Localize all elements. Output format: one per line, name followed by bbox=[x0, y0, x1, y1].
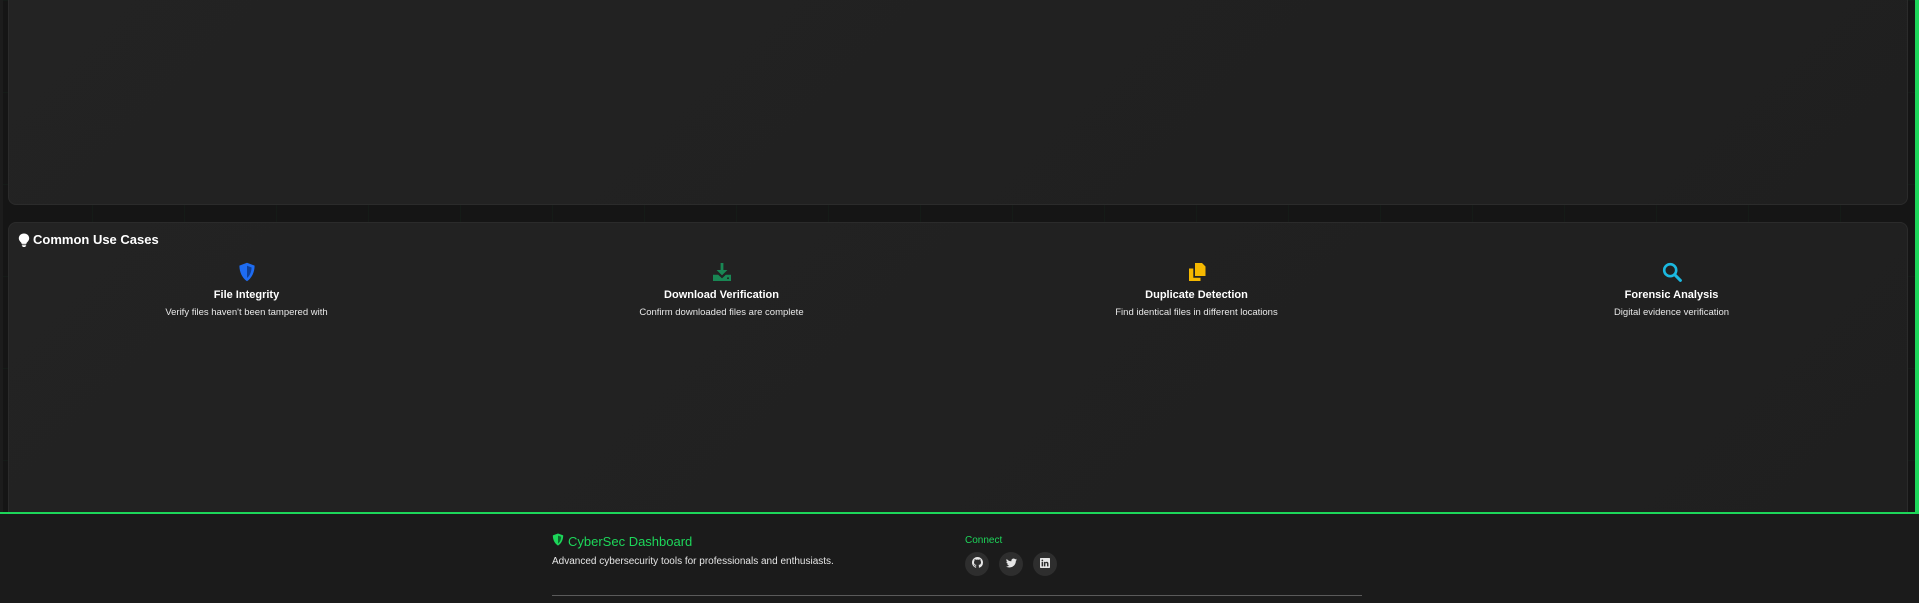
github-icon bbox=[971, 555, 983, 573]
shield-half-icon bbox=[236, 261, 258, 283]
use-case-description: Verify files haven't been tampered with bbox=[165, 307, 328, 318]
site-footer: CyberSec Dashboard Advanced cybersecurit… bbox=[0, 512, 1919, 603]
use-cases-list: File Integrity Verify files haven't been… bbox=[9, 261, 1909, 318]
use-case-description: Find identical files in different locati… bbox=[1115, 307, 1278, 318]
footer-brand: CyberSec Dashboard bbox=[552, 533, 692, 549]
footer-brand-name: CyberSec Dashboard bbox=[568, 533, 693, 549]
footer-tagline: Advanced cybersecurity tools for profess… bbox=[552, 556, 834, 567]
use-case-title: File Integrity bbox=[213, 289, 280, 301]
footer-divider bbox=[552, 595, 1362, 596]
use-cases-panel: Common Use Cases File Integrity Verify f… bbox=[8, 222, 1908, 514]
use-case-duplicate-detection: Duplicate Detection Find identical files… bbox=[959, 261, 1434, 318]
download-icon bbox=[711, 261, 733, 283]
connect-heading: Connect bbox=[965, 535, 1003, 546]
linkedin-icon bbox=[1040, 555, 1050, 573]
twitter-icon bbox=[1005, 555, 1017, 573]
lightbulb-icon bbox=[18, 233, 30, 247]
use-case-title: Forensic Analysis bbox=[1624, 289, 1719, 301]
scroll-accent-bar bbox=[1915, 0, 1919, 513]
use-case-description: Digital evidence verification bbox=[1613, 307, 1730, 318]
use-cases-heading: Common Use Cases bbox=[18, 232, 159, 247]
use-cases-title: Common Use Cases bbox=[33, 232, 159, 247]
results-panel bbox=[8, 0, 1908, 205]
copy-files-icon bbox=[1186, 261, 1208, 283]
page: Common Use Cases File Integrity Verify f… bbox=[0, 0, 1919, 603]
use-case-download-verification: Download Verification Confirm downloaded… bbox=[484, 261, 959, 318]
use-case-description: Confirm downloaded files are complete bbox=[639, 307, 804, 318]
linkedin-link[interactable] bbox=[1033, 552, 1057, 576]
left-edge bbox=[0, 0, 3, 513]
github-link[interactable] bbox=[965, 552, 989, 576]
use-case-forensic-analysis: Forensic Analysis Digital evidence verif… bbox=[1434, 261, 1909, 318]
use-case-file-integrity: File Integrity Verify files haven't been… bbox=[9, 261, 484, 318]
use-case-title: Duplicate Detection bbox=[1145, 289, 1248, 301]
social-links bbox=[965, 552, 1057, 576]
use-case-title: Download Verification bbox=[664, 289, 779, 301]
shield-icon bbox=[552, 533, 564, 549]
twitter-link[interactable] bbox=[999, 552, 1023, 576]
search-icon bbox=[1661, 261, 1683, 283]
